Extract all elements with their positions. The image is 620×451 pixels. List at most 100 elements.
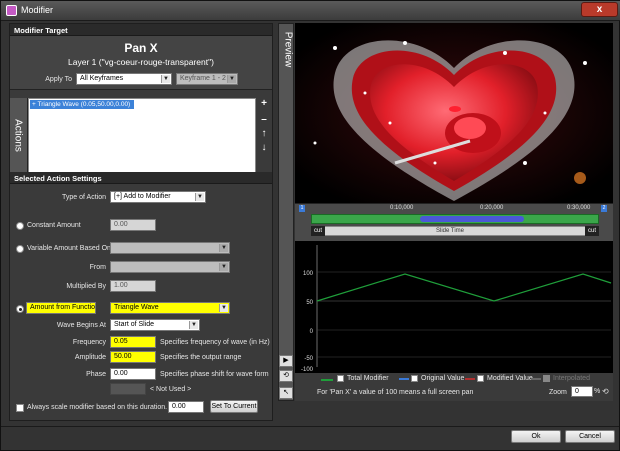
variable-amount-radio[interactable] <box>16 245 24 253</box>
slide-track[interactable] <box>311 214 599 224</box>
from-label: From <box>89 264 106 271</box>
y-tick-label: -50 <box>304 356 313 362</box>
play-icon[interactable]: ▶ <box>279 355 293 367</box>
footer-divider <box>1 426 619 427</box>
pointer-icon[interactable]: ↖ <box>279 387 293 399</box>
modifier-graph[interactable]: 100 50 0 -50 -100 <box>295 241 613 373</box>
add-action-button[interactable]: + <box>258 98 270 109</box>
apply-to-label: Apply To <box>45 76 72 83</box>
duration-field[interactable]: 0.00 <box>168 401 204 413</box>
graph-legend: Total Modifier Original Value Modified V… <box>295 373 613 401</box>
remove-action-button[interactable]: – <box>258 114 270 125</box>
cut-right[interactable]: cut <box>585 226 599 236</box>
chevron-down-icon: ▼ <box>219 244 228 252</box>
interpolated-legend-swatch <box>531 378 541 380</box>
actions-list[interactable]: + Triangle Wave (0.05,50.00,0.00) <box>28 98 256 176</box>
constant-amount-label: Constant Amount <box>27 222 81 229</box>
phase-field[interactable]: 0.00 <box>110 368 156 380</box>
chevron-down-icon: ▼ <box>219 304 228 312</box>
chevron-down-icon: ▼ <box>219 263 228 271</box>
amplitude-label: Amplitude <box>74 354 106 361</box>
y-tick-label: 100 <box>303 271 314 277</box>
modifier-name: Pan X <box>124 41 158 55</box>
original-legend-swatch <box>399 378 409 380</box>
cut-left[interactable]: cut <box>311 226 325 236</box>
settings-panel: Modifier Target Pan X Layer 1 ("vg-coeur… <box>9 23 273 421</box>
move-down-button[interactable]: ↓ <box>258 142 270 153</box>
keyframe-range-select[interactable]: Keyframe 1 - 2 ▼ <box>176 73 238 85</box>
type-of-action-select[interactable]: [+] Add to Modifier ▼ <box>110 191 206 203</box>
cancel-button[interactable]: Cancel <box>565 430 615 443</box>
timeline-marker: 0:10,000 <box>390 205 414 211</box>
reset-zoom-icon[interactable]: ⟲ <box>602 387 609 396</box>
selected-action-header: Selected Action Settings <box>10 172 272 184</box>
pan-note: For 'Pan X' a value of 100 means a full … <box>317 389 474 396</box>
variable-amount-select[interactable]: ▼ <box>110 242 230 254</box>
wave-begins-value: Start of Slide <box>114 321 155 328</box>
constant-amount-field[interactable]: 0.00 <box>110 219 156 231</box>
phase-label: Phase <box>86 371 106 378</box>
y-tick-label: 50 <box>306 300 313 306</box>
title-bar[interactable]: Modifier x <box>1 1 620 21</box>
apply-to-value: All Keyframes <box>80 75 124 82</box>
frequency-label: Frequency <box>72 339 106 346</box>
frequency-field[interactable]: 0.05 <box>110 336 156 348</box>
amount-from-function-radio[interactable] <box>16 305 24 313</box>
preview-label: Preview <box>282 31 294 68</box>
chevron-down-icon: ▼ <box>195 193 204 201</box>
constant-amount-radio[interactable] <box>16 222 24 230</box>
move-up-button[interactable]: ↑ <box>258 128 270 139</box>
apply-to-select[interactable]: All Keyframes ▼ <box>76 73 172 85</box>
amplitude-description: Specifies the output range <box>160 354 242 361</box>
close-button[interactable]: x <box>581 2 618 17</box>
end-keyframe-badge[interactable]: 2 <box>601 205 607 212</box>
original-value-label: Original Value <box>421 375 465 382</box>
timeline-marker: 0:30,000 <box>567 205 591 211</box>
timeline-marker: 0:20,000 <box>480 205 504 211</box>
modified-value-label: Modified Value <box>487 375 533 382</box>
function-select[interactable]: Triangle Wave ▼ <box>110 302 230 314</box>
wave-begins-label: Wave Begins At <box>56 322 106 329</box>
chevron-down-icon: ▼ <box>161 75 170 83</box>
interpolated-checkbox[interactable] <box>543 375 550 382</box>
chevron-down-icon: ▼ <box>227 75 236 83</box>
not-used-label: < Not Used > <box>150 386 192 393</box>
set-to-current-button[interactable]: Set To Current <box>210 400 258 413</box>
modified-legend-swatch <box>465 378 475 380</box>
zoom-field[interactable]: 0 <box>571 386 593 397</box>
list-item[interactable]: + Triangle Wave (0.05,50.00,0.00) <box>30 100 134 109</box>
slide-time-label: Slide Time <box>436 228 465 234</box>
timeline[interactable]: 1 2 0:10,000 0:20,000 0:30,000 Slide Tim… <box>295 203 613 241</box>
always-scale-label: Always scale modifier based on this dura… <box>27 404 168 411</box>
actions-sidebar: Actions <box>10 98 28 176</box>
amplitude-field[interactable]: 50.00 <box>110 351 156 363</box>
multiplied-by-label: Multiplied By <box>66 283 106 290</box>
amount-from-function-label: Amount from Function <box>26 302 96 314</box>
total-legend-swatch <box>321 379 333 381</box>
window-title: Modifier <box>21 5 54 15</box>
original-value-checkbox[interactable] <box>411 375 418 382</box>
total-modifier-label: Total Modifier <box>347 375 389 382</box>
type-of-action-value: [+] Add to Modifier <box>114 193 171 200</box>
total-modifier-checkbox[interactable] <box>337 375 344 382</box>
preview-image <box>295 23 613 203</box>
start-keyframe-badge[interactable]: 1 <box>299 205 305 212</box>
unused-field <box>110 383 146 395</box>
modifier-target-box: Pan X Layer 1 ("vg-coeur-rouge-transpare… <box>10 36 272 90</box>
from-select[interactable]: ▼ <box>110 261 230 273</box>
modifier-target-header: Modifier Target <box>10 24 272 36</box>
preview-sidebar: Preview <box>278 23 294 401</box>
type-of-action-label: Type of Action <box>62 194 106 201</box>
always-scale-checkbox[interactable] <box>16 404 24 412</box>
loop-icon[interactable]: ⟲ <box>279 370 293 382</box>
app-icon <box>6 5 17 16</box>
modifier-window: Modifier x Modifier Target Pan X Layer 1… <box>0 0 620 451</box>
interpolated-label: Interpolated <box>553 375 590 382</box>
modified-value-checkbox[interactable] <box>477 375 484 382</box>
slide-time-bar[interactable]: Slide Time <box>311 226 599 236</box>
zoom-unit: % <box>594 388 601 395</box>
transition-segment[interactable] <box>420 216 524 222</box>
ok-button[interactable]: Ok <box>511 430 561 443</box>
wave-begins-select[interactable]: Start of Slide ▼ <box>110 319 200 331</box>
multiplied-by-field[interactable]: 1.00 <box>110 280 156 292</box>
